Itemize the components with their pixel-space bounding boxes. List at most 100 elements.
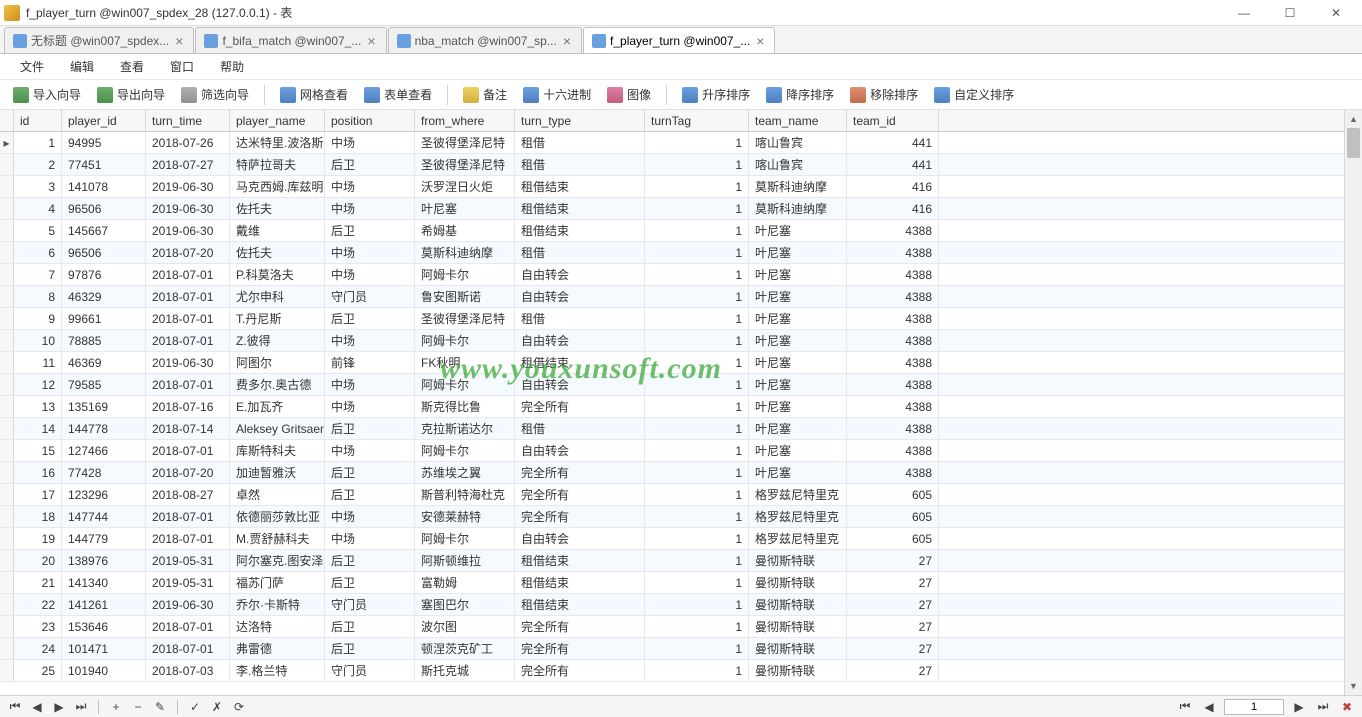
cell-team-name[interactable]: 叶尼塞	[749, 462, 847, 483]
nav-commit-button[interactable]: ✓	[186, 699, 204, 715]
tab-close-icon[interactable]: ×	[561, 33, 573, 49]
cell-turn-type[interactable]: 租借结束	[515, 352, 645, 373]
table-row[interactable]: 6 96506 2018-07-20 佐托夫 中场 莫斯科迪纳摩 租借 1 叶尼…	[0, 242, 1344, 264]
nav-prev-button[interactable]: ◀	[28, 699, 46, 715]
cell-from-where[interactable]: 圣彼得堡泽尼特	[415, 132, 515, 153]
cell-turn-time[interactable]: 2018-07-20	[146, 242, 230, 263]
cell-from-where[interactable]: FK秋明	[415, 352, 515, 373]
cell-id[interactable]: 21	[14, 572, 62, 593]
cell-turn-type[interactable]: 自由转会	[515, 374, 645, 395]
cell-team-id[interactable]: 27	[847, 594, 939, 615]
nav-first-button[interactable]: ⏮	[6, 699, 24, 715]
cell-position[interactable]: 中场	[325, 242, 415, 263]
cell-player-name[interactable]: T.丹尼斯	[230, 308, 325, 329]
cell-player-id[interactable]: 79585	[62, 374, 146, 395]
cell-turn-time[interactable]: 2018-08-27	[146, 484, 230, 505]
cell-turn-tag[interactable]: 1	[645, 308, 749, 329]
cell-id[interactable]: 11	[14, 352, 62, 373]
nav-refresh-button[interactable]: ⟳	[230, 699, 248, 715]
cell-team-name[interactable]: 曼彻斯特联	[749, 638, 847, 659]
cell-team-name[interactable]: 曼彻斯特联	[749, 594, 847, 615]
cell-player-name[interactable]: P.科莫洛夫	[230, 264, 325, 285]
cell-from-where[interactable]: 波尔图	[415, 616, 515, 637]
cell-turn-tag[interactable]: 1	[645, 374, 749, 395]
cell-position[interactable]: 后卫	[325, 462, 415, 483]
grid-body[interactable]: ▸ 1 94995 2018-07-26 达米特里.波洛斯 中场 圣彼得堡泽尼特…	[0, 132, 1344, 695]
cell-id[interactable]: 10	[14, 330, 62, 351]
cell-player-id[interactable]: 135169	[62, 396, 146, 417]
cell-turn-time[interactable]: 2018-07-14	[146, 418, 230, 439]
sort-asc-button[interactable]: 升序排序	[675, 82, 757, 107]
cell-turn-type[interactable]: 完全所有	[515, 638, 645, 659]
nav-edit-button[interactable]: ✎	[151, 699, 169, 715]
table-row[interactable]: 19 144779 2018-07-01 M.贾舒赫科夫 中场 阿姆卡尔 自由转…	[0, 528, 1344, 550]
cell-from-where[interactable]: 阿姆卡尔	[415, 440, 515, 461]
col-player-name[interactable]: player_name	[230, 110, 325, 131]
cell-player-id[interactable]: 141078	[62, 176, 146, 197]
cell-team-name[interactable]: 叶尼塞	[749, 352, 847, 373]
cell-turn-tag[interactable]: 1	[645, 132, 749, 153]
cell-position[interactable]: 后卫	[325, 616, 415, 637]
tab-close-icon[interactable]: ×	[365, 33, 377, 49]
cell-player-name[interactable]: 李.格兰特	[230, 660, 325, 681]
cell-from-where[interactable]: 阿姆卡尔	[415, 374, 515, 395]
nav-cancel-button[interactable]: ✗	[208, 699, 226, 715]
cell-turn-tag[interactable]: 1	[645, 462, 749, 483]
cell-id[interactable]: 7	[14, 264, 62, 285]
cell-team-name[interactable]: 曼彻斯特联	[749, 550, 847, 571]
cell-team-name[interactable]: 曼彻斯特联	[749, 616, 847, 637]
cell-turn-type[interactable]: 完全所有	[515, 462, 645, 483]
maximize-button[interactable]: ☐	[1268, 2, 1312, 24]
cell-player-id[interactable]: 77451	[62, 154, 146, 175]
table-row[interactable]: 7 97876 2018-07-01 P.科莫洛夫 中场 阿姆卡尔 自由转会 1…	[0, 264, 1344, 286]
cell-team-id[interactable]: 4388	[847, 374, 939, 395]
cell-team-id[interactable]: 441	[847, 154, 939, 175]
cell-from-where[interactable]: 阿姆卡尔	[415, 264, 515, 285]
cell-player-id[interactable]: 78885	[62, 330, 146, 351]
cell-player-name[interactable]: 达洛特	[230, 616, 325, 637]
cell-player-name[interactable]: 福苏门萨	[230, 572, 325, 593]
cell-turn-time[interactable]: 2018-07-01	[146, 308, 230, 329]
cell-team-id[interactable]: 27	[847, 660, 939, 681]
cell-player-name[interactable]: E.加瓦齐	[230, 396, 325, 417]
cell-turn-time[interactable]: 2018-07-01	[146, 506, 230, 527]
cell-turn-time[interactable]: 2018-07-01	[146, 264, 230, 285]
cell-turn-time[interactable]: 2018-07-01	[146, 374, 230, 395]
table-row[interactable]: 24 101471 2018-07-01 弗雷德 后卫 顿涅茨克矿工 完全所有 …	[0, 638, 1344, 660]
form-view-button[interactable]: 表单查看	[357, 82, 439, 107]
scroll-down-icon[interactable]: ▼	[1345, 677, 1362, 695]
cell-turn-type[interactable]: 租借结束	[515, 220, 645, 241]
cell-team-id[interactable]: 605	[847, 506, 939, 527]
cell-turn-time[interactable]: 2019-06-30	[146, 594, 230, 615]
cell-turn-time[interactable]: 2019-06-30	[146, 176, 230, 197]
minimize-button[interactable]: —	[1222, 2, 1266, 24]
cell-turn-time[interactable]: 2019-06-30	[146, 198, 230, 219]
close-button[interactable]: ✕	[1314, 2, 1358, 24]
cell-team-id[interactable]: 4388	[847, 220, 939, 241]
cell-turn-tag[interactable]: 1	[645, 330, 749, 351]
cell-team-name[interactable]: 叶尼塞	[749, 418, 847, 439]
cell-from-where[interactable]: 阿姆卡尔	[415, 330, 515, 351]
col-turn-tag[interactable]: turnTag	[645, 110, 749, 131]
cell-from-where[interactable]: 安德莱赫特	[415, 506, 515, 527]
cell-id[interactable]: 16	[14, 462, 62, 483]
cell-from-where[interactable]: 圣彼得堡泽尼特	[415, 308, 515, 329]
col-team-id[interactable]: team_id	[847, 110, 939, 131]
cell-team-name[interactable]: 叶尼塞	[749, 330, 847, 351]
cell-turn-tag[interactable]: 1	[645, 506, 749, 527]
import-wizard-button[interactable]: 导入向导	[6, 82, 88, 107]
cell-player-id[interactable]: 101471	[62, 638, 146, 659]
cell-turn-type[interactable]: 完全所有	[515, 484, 645, 505]
cell-position[interactable]: 中场	[325, 198, 415, 219]
cell-team-name[interactable]: 格罗兹尼特里克	[749, 528, 847, 549]
nav-delete-button[interactable]: −	[129, 699, 147, 715]
col-turn-time[interactable]: turn_time	[146, 110, 230, 131]
cell-team-name[interactable]: 格罗兹尼特里克	[749, 484, 847, 505]
cell-player-id[interactable]: 141340	[62, 572, 146, 593]
cell-player-name[interactable]: 费多尔.奥古德	[230, 374, 325, 395]
page-input[interactable]	[1224, 699, 1284, 715]
tab-2[interactable]: nba_match @win007_sp...×	[388, 27, 582, 53]
cell-position[interactable]: 守门员	[325, 286, 415, 307]
cell-turn-time[interactable]: 2019-05-31	[146, 550, 230, 571]
cell-player-name[interactable]: 阿尔塞克.图安泽比	[230, 550, 325, 571]
